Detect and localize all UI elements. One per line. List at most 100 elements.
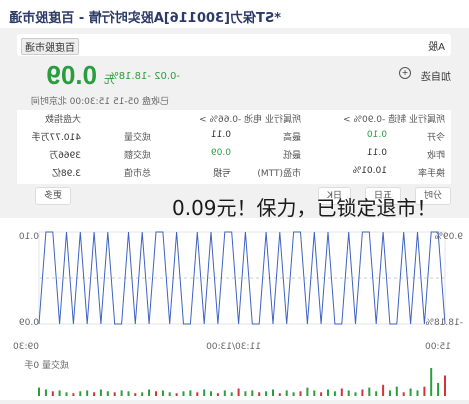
volume-bar: [72, 393, 75, 396]
volume-bar: [99, 389, 102, 396]
volume-bar: [86, 390, 89, 396]
page-title: *ST保力[300116]A股实时行情 - 百度股市通: [9, 11, 281, 26]
market-index-link[interactable]: 大盘指数: [45, 112, 81, 125]
volume-bar: [272, 389, 274, 396]
add-watchlist-button[interactable]: + 加自选: [393, 66, 451, 84]
stat-label: 总市值: [123, 169, 151, 179]
stat-label: 成交量: [123, 133, 151, 143]
y-tick-label: 0.09: [18, 318, 39, 328]
volume-bar: [230, 392, 233, 396]
volume-bar: [182, 391, 185, 396]
stat-value: 亏损: [212, 169, 231, 179]
volume-bar: [148, 389, 151, 396]
volume-bar: [113, 392, 116, 396]
x-tick-label: 15:00: [425, 342, 451, 352]
volume-bar: [196, 392, 199, 396]
stat-value: 0.10: [366, 130, 387, 140]
volume-bar: [423, 386, 426, 396]
volume-bar: [65, 392, 68, 396]
volume-bar: [258, 392, 261, 396]
volume-bar: [444, 375, 446, 396]
stat-value: 3966万: [49, 151, 81, 161]
volume-bar: [306, 387, 309, 396]
stat-label: 今开: [426, 133, 445, 143]
intraday-chart: 0.10 0.09 9.09% -18.18% 09:30 11:30/13:0…: [0, 218, 469, 400]
add-circle-icon: +: [399, 67, 411, 79]
volume-bar: [437, 382, 440, 396]
tab-row: A股 百度股市通: [17, 34, 451, 56]
volume-bar: [237, 388, 240, 396]
stat-value: 410.77万手: [31, 133, 82, 143]
volume-bar: [313, 390, 316, 396]
tab-baidu-stock[interactable]: 百度股市通: [17, 36, 239, 55]
volume-bar: [175, 393, 178, 396]
stat-value: 3.98亿: [51, 169, 81, 179]
volume-bar: [382, 384, 385, 396]
volume-bar: [168, 392, 171, 396]
stat-value: 0.11: [366, 148, 387, 158]
volume-bar: [244, 391, 247, 396]
volume-label: 成交量 0手: [24, 361, 69, 371]
volume-bar: [44, 389, 47, 396]
x-tick-label: 09:30: [13, 342, 39, 352]
volume-bar: [106, 391, 109, 396]
volume-bar: [388, 390, 391, 396]
volume-bar: [216, 393, 219, 396]
volume-bar: [155, 391, 157, 396]
stat-value: 0.11: [210, 130, 231, 140]
stat-value: 0.09: [210, 148, 231, 158]
volume-bar: [93, 392, 96, 396]
volume-bar: [251, 390, 254, 396]
volume-bar: [265, 391, 268, 396]
volume-bar: [340, 388, 343, 396]
y-tick-label: 0.10: [18, 232, 39, 242]
volume-bar: [141, 392, 144, 396]
period-button-more[interactable]: 更多: [34, 187, 71, 205]
volume-bar: [333, 391, 336, 396]
stats-grid: 今开 0.10 最高 0.11 成交量 410.77万手 昨收 0.11 最低 …: [17, 126, 451, 184]
stat-label: 最低: [282, 151, 301, 161]
volume-bar: [347, 390, 350, 396]
volume-bar: [58, 390, 61, 396]
volume-bar: [210, 391, 212, 396]
volume-bar: [368, 387, 371, 396]
volume-bar: [278, 393, 281, 396]
volume-bar: [327, 389, 329, 396]
volume-bar: [285, 390, 288, 396]
volume-bar: [361, 389, 364, 396]
add-watchlist-label: 加自选: [421, 72, 451, 83]
stat-value: 10.01%: [352, 166, 387, 176]
stat-label: 最高: [282, 133, 301, 143]
volume-bar: [223, 390, 226, 396]
volume-bar: [354, 392, 357, 396]
volume-bar: [292, 392, 295, 396]
y-tick-label-secondary: 9.09%: [434, 232, 463, 242]
stat-label: 昨收: [426, 151, 445, 161]
market-status: 已收盘 05-15 15:30:00 北京时间: [30, 97, 169, 107]
x-tick-label: 11:30/13:00: [206, 342, 261, 352]
volume-bar: [402, 392, 405, 396]
volume-bar: [430, 368, 433, 396]
volume-bar: [134, 393, 137, 396]
volume-bar: [375, 391, 378, 396]
industry-link-battery[interactable]: 所属行业 电池 -0.66% >: [199, 112, 301, 125]
y-tick-label-secondary: -18.18%: [425, 318, 463, 328]
industry-row: 所属行业 制造 -0.90% > 所属行业 电池 -0.66% > 大盘指数: [17, 110, 451, 126]
volume-bar: [320, 392, 323, 396]
volume-bar: [79, 391, 82, 396]
volume-bar: [161, 390, 164, 396]
volume-bar: [38, 387, 40, 396]
page-title-bar: *ST保力[300116]A股实时行情 - 百度股市通: [0, 0, 469, 28]
stat-label: 市盈(TTM): [257, 169, 301, 179]
tab-a-share[interactable]: A股: [239, 36, 451, 54]
volume-bar: [299, 391, 302, 396]
stat-label: 成交额: [123, 151, 151, 161]
volume-bar: [395, 386, 398, 396]
volume-bar: [127, 391, 130, 396]
price-change: -0.02 -18.18%: [109, 71, 180, 82]
headline-overlay: 0.09元！保力，已锁定退市！: [172, 196, 437, 220]
industry-link-manufacturing[interactable]: 所属行业 制造 -0.90% >: [343, 112, 445, 125]
stat-label: 换手率: [417, 169, 445, 179]
volume-bar: [416, 390, 419, 396]
tab-baidu-stock-label: 百度股市通: [21, 38, 79, 55]
